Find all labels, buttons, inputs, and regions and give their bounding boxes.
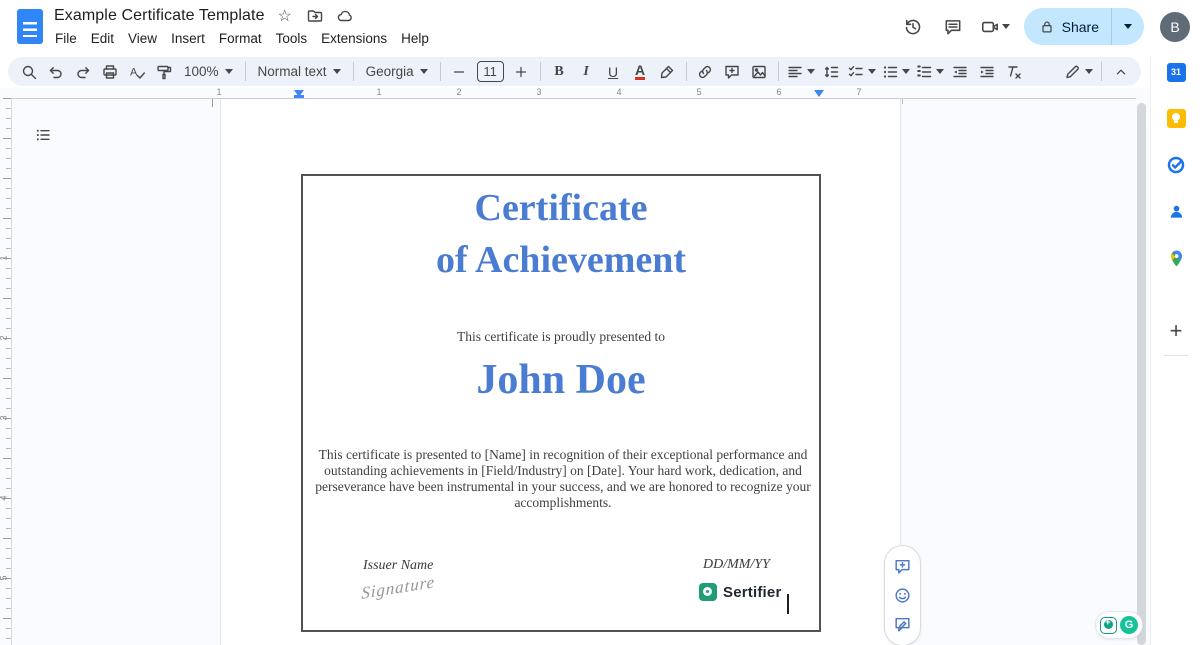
suggest-edits-icon[interactable] — [890, 612, 915, 637]
menu-tools[interactable]: Tools — [269, 28, 315, 49]
redo-icon[interactable] — [70, 59, 95, 84]
bulleted-list-icon[interactable] — [880, 59, 912, 84]
font-size-input[interactable]: 11 — [477, 61, 504, 82]
video-call-button[interactable] — [980, 17, 1010, 37]
sertifier-icon — [699, 583, 717, 601]
menubar: File Edit View Insert Format Tools Exten… — [48, 28, 436, 49]
date-label[interactable]: DD/MM/YY — [703, 557, 770, 573]
share-button[interactable]: Share — [1024, 8, 1144, 45]
share-dropdown[interactable] — [1112, 8, 1144, 45]
comments-icon[interactable] — [940, 14, 966, 40]
grammarly-logo-icon[interactable]: G — [1120, 616, 1138, 634]
italic-button[interactable]: I — [574, 59, 599, 84]
checklist-icon[interactable] — [846, 59, 878, 84]
highlight-color-icon[interactable] — [655, 59, 680, 84]
emoji-reaction-icon[interactable] — [890, 583, 915, 608]
docs-logo[interactable] — [17, 9, 43, 44]
text-cursor — [787, 594, 789, 614]
collapse-toolbar-icon[interactable] — [1108, 59, 1133, 84]
paint-format-icon[interactable] — [151, 59, 176, 84]
menu-view[interactable]: View — [121, 28, 164, 49]
menu-edit[interactable]: Edit — [84, 28, 121, 49]
font-select[interactable]: Georgia — [360, 59, 434, 84]
chevron-down-icon — [1085, 69, 1093, 74]
google-docs-app: Example Certificate Template ☆ File Edit… — [0, 0, 1200, 645]
chevron-down-icon — [807, 69, 815, 74]
sertifier-logo[interactable]: Sertifier — [699, 583, 782, 601]
align-icon[interactable] — [785, 59, 817, 84]
chevron-down-icon — [868, 69, 876, 74]
chevron-down-icon — [1002, 24, 1010, 29]
menu-format[interactable]: Format — [212, 28, 269, 49]
bold-button[interactable]: B — [547, 59, 572, 84]
certificate-body-text[interactable]: This certificate is presented to [Name] … — [313, 447, 813, 511]
topbar: Example Certificate Template ☆ File Edit… — [0, 0, 1200, 56]
numbered-list-icon[interactable] — [914, 59, 946, 84]
increase-indent-icon[interactable] — [975, 59, 1000, 84]
document-outline-icon[interactable] — [32, 124, 54, 146]
side-panel: 31 + — [1150, 56, 1200, 645]
get-addons-plus-icon[interactable]: + — [1151, 319, 1200, 343]
left-indent-marker[interactable] — [294, 90, 304, 97]
zoom-select[interactable]: 100% — [178, 59, 239, 84]
chevron-down-icon — [936, 69, 944, 74]
certificate-title[interactable]: Certificate of Achievement — [303, 182, 819, 286]
paragraph-style-select[interactable]: Normal text — [252, 59, 347, 84]
decrease-indent-icon[interactable] — [948, 59, 973, 84]
menu-file[interactable]: File — [48, 28, 84, 49]
add-comment-icon[interactable] — [720, 59, 745, 84]
menu-insert[interactable]: Insert — [164, 28, 212, 49]
avatar[interactable]: B — [1160, 12, 1190, 42]
increase-font-size-button[interactable] — [509, 59, 534, 84]
text-color-button[interactable]: A — [628, 59, 653, 84]
svg-text:A: A — [130, 66, 138, 78]
grammarly-widget[interactable]: G — [1095, 611, 1143, 639]
editing-mode-pen-icon[interactable] — [1061, 59, 1095, 84]
google-maps-icon[interactable] — [1151, 246, 1200, 270]
google-keep-icon[interactable] — [1151, 106, 1200, 130]
line-spacing-icon[interactable] — [819, 59, 844, 84]
menu-extensions[interactable]: Extensions — [314, 28, 394, 49]
google-contacts-icon[interactable] — [1151, 199, 1200, 223]
cloud-status-icon[interactable] — [335, 6, 355, 26]
recipient-name[interactable]: John Doe — [303, 356, 819, 404]
chevron-down-icon — [902, 69, 910, 74]
menu-help[interactable]: Help — [394, 28, 436, 49]
chevron-down-icon — [333, 69, 341, 74]
vertical-scrollbar[interactable] — [1137, 103, 1146, 645]
clear-formatting-icon[interactable] — [1002, 59, 1027, 84]
quick-actions-pill — [884, 545, 921, 645]
star-icon[interactable]: ☆ — [275, 6, 295, 26]
chevron-down-icon — [420, 69, 428, 74]
insert-link-icon[interactable] — [693, 59, 718, 84]
issuer-label[interactable]: Issuer Name — [363, 558, 433, 574]
version-history-icon[interactable] — [900, 14, 926, 40]
lock-icon — [1039, 19, 1055, 35]
presented-to-text[interactable]: This certificate is proudly presented to — [303, 329, 819, 345]
toolbar: A 100% Normal text Georgia 11 B I U A — [8, 57, 1141, 86]
certificate-border: Certificate of Achievement This certific… — [301, 174, 821, 632]
google-tasks-icon[interactable] — [1151, 153, 1200, 177]
spellcheck-icon[interactable]: A — [124, 59, 149, 84]
underline-button[interactable]: U — [601, 59, 626, 84]
document-page[interactable]: Certificate of Achievement This certific… — [220, 99, 901, 645]
grammarly-suggestions-icon[interactable] — [1100, 617, 1117, 634]
right-indent-marker[interactable] — [814, 90, 824, 97]
share-label: Share — [1062, 19, 1099, 35]
google-calendar-icon[interactable]: 31 — [1151, 60, 1200, 84]
sertifier-wordmark: Sertifier — [723, 584, 782, 601]
add-comment-icon[interactable] — [890, 554, 915, 579]
signature-text[interactable]: Signature — [361, 572, 435, 604]
undo-icon[interactable] — [43, 59, 68, 84]
print-icon[interactable] — [97, 59, 122, 84]
document-canvas: 1 1 2 3 4 5 6 7 1 2 3 4 5 — [0, 88, 1150, 645]
doc-title[interactable]: Example Certificate Template — [54, 7, 265, 25]
video-call-icon — [980, 17, 1000, 37]
insert-image-icon[interactable] — [747, 59, 772, 84]
chevron-down-icon — [225, 69, 233, 74]
decrease-font-size-button[interactable] — [447, 59, 472, 84]
move-folder-icon[interactable] — [305, 6, 325, 26]
search-icon[interactable] — [16, 59, 41, 84]
vertical-ruler: 1 2 3 4 5 — [0, 98, 12, 645]
